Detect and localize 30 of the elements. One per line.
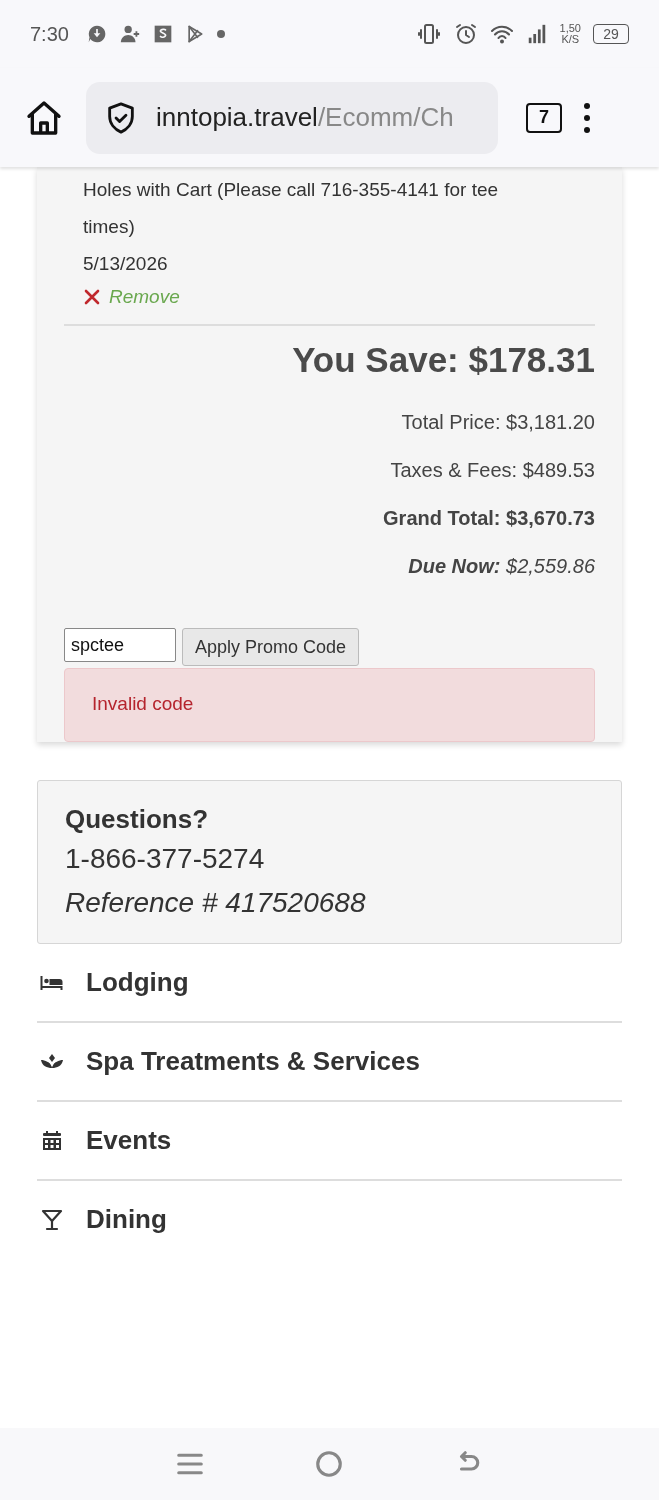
- url-text: inntopia.travel/Ecomm/Ch: [156, 102, 454, 133]
- vibrate-icon: [415, 22, 442, 46]
- grand-total: Grand Total: $3,670.73: [383, 506, 595, 531]
- promo-code-field[interactable]: spctee: [64, 628, 176, 662]
- questions-title: Questions?: [65, 803, 209, 836]
- category-link[interactable]: Dining: [37, 1181, 622, 1258]
- apply-promo-code-button[interactable]: Apply Promo Code: [182, 628, 360, 666]
- more-menu-icon: [584, 102, 590, 133]
- item-date: 5/13/2026: [83, 252, 169, 276]
- dot-icon: [216, 30, 225, 38]
- network-speed: 1,50: [559, 23, 581, 34]
- item-description: Holes with Cart (Please call 716-355-4141 for tee times): [83, 178, 500, 239]
- alarm-clock-icon: [453, 22, 478, 46]
- due-now: Due Now: $2,559.86: [408, 554, 595, 579]
- taxes-fees: Taxes & Fees: $489.53: [390, 458, 595, 483]
- clock-time: 7:30: [30, 22, 69, 46]
- battery-level: 29: [593, 24, 629, 44]
- home-circle-icon: [314, 1449, 345, 1479]
- category-link[interactable]: Events: [37, 1102, 622, 1181]
- close-icon: [83, 288, 101, 306]
- category-link[interactable]: Spa Treatments & Services: [37, 1023, 622, 1102]
- you-save-amount: You Save: $178.31: [292, 340, 595, 380]
- network-speed-unit: K/S: [561, 34, 580, 45]
- category-link[interactable]: Lodging: [37, 944, 622, 1023]
- reference-number: Reference # 417520688: [65, 886, 367, 920]
- total-price: Total Price: $3,181.20: [401, 410, 595, 435]
- error-alert: Invalid code: [64, 668, 595, 742]
- tab-count-button[interactable]: 7: [526, 102, 562, 133]
- address-bar[interactable]: inntopia.travel/Ecomm/Ch: [86, 81, 498, 154]
- phone-number: 1-866-377-5274: [65, 842, 266, 876]
